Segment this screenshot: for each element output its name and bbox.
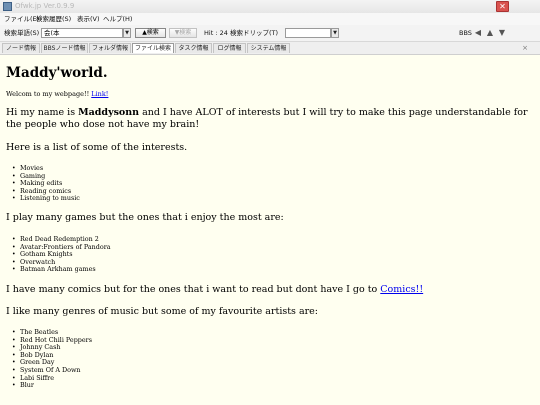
interests-heading: Here is a list of some of the interests. [6, 142, 188, 153]
comics-text: I have many comics but for the ones that… [6, 284, 381, 295]
list-item: Blur [6, 382, 92, 390]
tab-task-info[interactable]: タスク情報 [175, 43, 212, 53]
tab-system-info[interactable]: システム情報 [247, 43, 290, 53]
tab-log-info[interactable]: ログ情報 [213, 43, 246, 53]
welcome-line: Welcom to my webpage!! Link! [6, 90, 108, 98]
close-tab-icon[interactable]: × [522, 42, 528, 54]
filter-input[interactable] [285, 28, 331, 38]
menu-search-history[interactable]: 検索履歴(S) [36, 13, 71, 25]
welcome-link[interactable]: Link! [91, 90, 108, 98]
toolbar: 検索単語(S) 会(本 ▼ ▲検索 ▼検索 Hit : 24 検索ドリップ(T)… [0, 25, 540, 42]
hit-count: Hit : 24 [204, 29, 228, 37]
filter-dropdown-icon[interactable]: ▼ [331, 28, 339, 38]
search-input[interactable]: 会(本 [41, 28, 123, 38]
menu-view[interactable]: 表示(V) [77, 13, 100, 25]
tab-bar: ノード情報 BBSノード情報 フォルダ情報 ファイル検索 タスク情報 ログ情報 … [0, 42, 540, 55]
tab-file-search[interactable]: ファイル検索 [132, 43, 174, 53]
list-item: Labi Siffre [6, 374, 92, 383]
menu-help[interactable]: ヘルプ(H) [103, 13, 132, 25]
search-next-button[interactable]: ▼検索 [169, 28, 197, 38]
games-list: Red Dead Redemption 2 Avatar:Frontiers o… [6, 235, 111, 274]
search-button[interactable]: ▲検索 [135, 28, 166, 38]
artists-list: The Beatles Red Hot Chili Peppers Johnny… [6, 328, 92, 390]
intro-paragraph: Hi my name is Maddysonn and I have ALOT … [6, 107, 534, 131]
app-window: Ofwk.jp Ver.0.9.9 ✕ ファイル(E) 検索履歴(S) 表示(V… [0, 0, 540, 405]
intro-name: Maddysonn [78, 107, 140, 118]
page-heading: Maddy'world. [6, 65, 108, 81]
close-window-button[interactable]: ✕ [496, 1, 509, 12]
bbs-label: BBS [459, 29, 472, 37]
interests-list: Movies Gaming Making edits Reading comic… [6, 164, 80, 203]
arrow-left-icon[interactable]: ◀ [473, 28, 483, 38]
filter-label: 検索ドリップ(T) [230, 29, 279, 37]
app-icon [3, 2, 12, 11]
welcome-text: Welcom to my webpage!! [6, 90, 92, 98]
list-item: Batman Arkham games [6, 266, 111, 274]
comics-link[interactable]: Comics!! [380, 284, 423, 295]
search-label: 検索単語(S) [4, 29, 40, 37]
games-heading: I play many games but the ones that i en… [6, 212, 284, 223]
arrow-down-icon[interactable]: ▼ [497, 28, 507, 38]
intro-pre: Hi my name is [6, 107, 79, 118]
arrow-up-icon[interactable]: ▲ [485, 28, 495, 38]
menu-file[interactable]: ファイル(E) [4, 13, 39, 25]
comics-paragraph: I have many comics but for the ones that… [6, 284, 423, 296]
tab-node-info[interactable]: ノード情報 [2, 43, 40, 53]
list-item: Listening to music [6, 195, 80, 203]
window-title: Ofwk.jp Ver.0.9.9 [15, 2, 75, 10]
search-dropdown-icon[interactable]: ▼ [123, 28, 131, 38]
tab-folder-info[interactable]: フォルダ情報 [89, 43, 131, 53]
title-bar: Ofwk.jp Ver.0.9.9 ✕ [0, 0, 540, 13]
page-content: Maddy'world. Welcom to my webpage!! Link… [0, 55, 540, 405]
tab-bbs-node-info[interactable]: BBSノード情報 [41, 43, 88, 53]
music-heading: I like many genres of music but some of … [6, 306, 318, 317]
